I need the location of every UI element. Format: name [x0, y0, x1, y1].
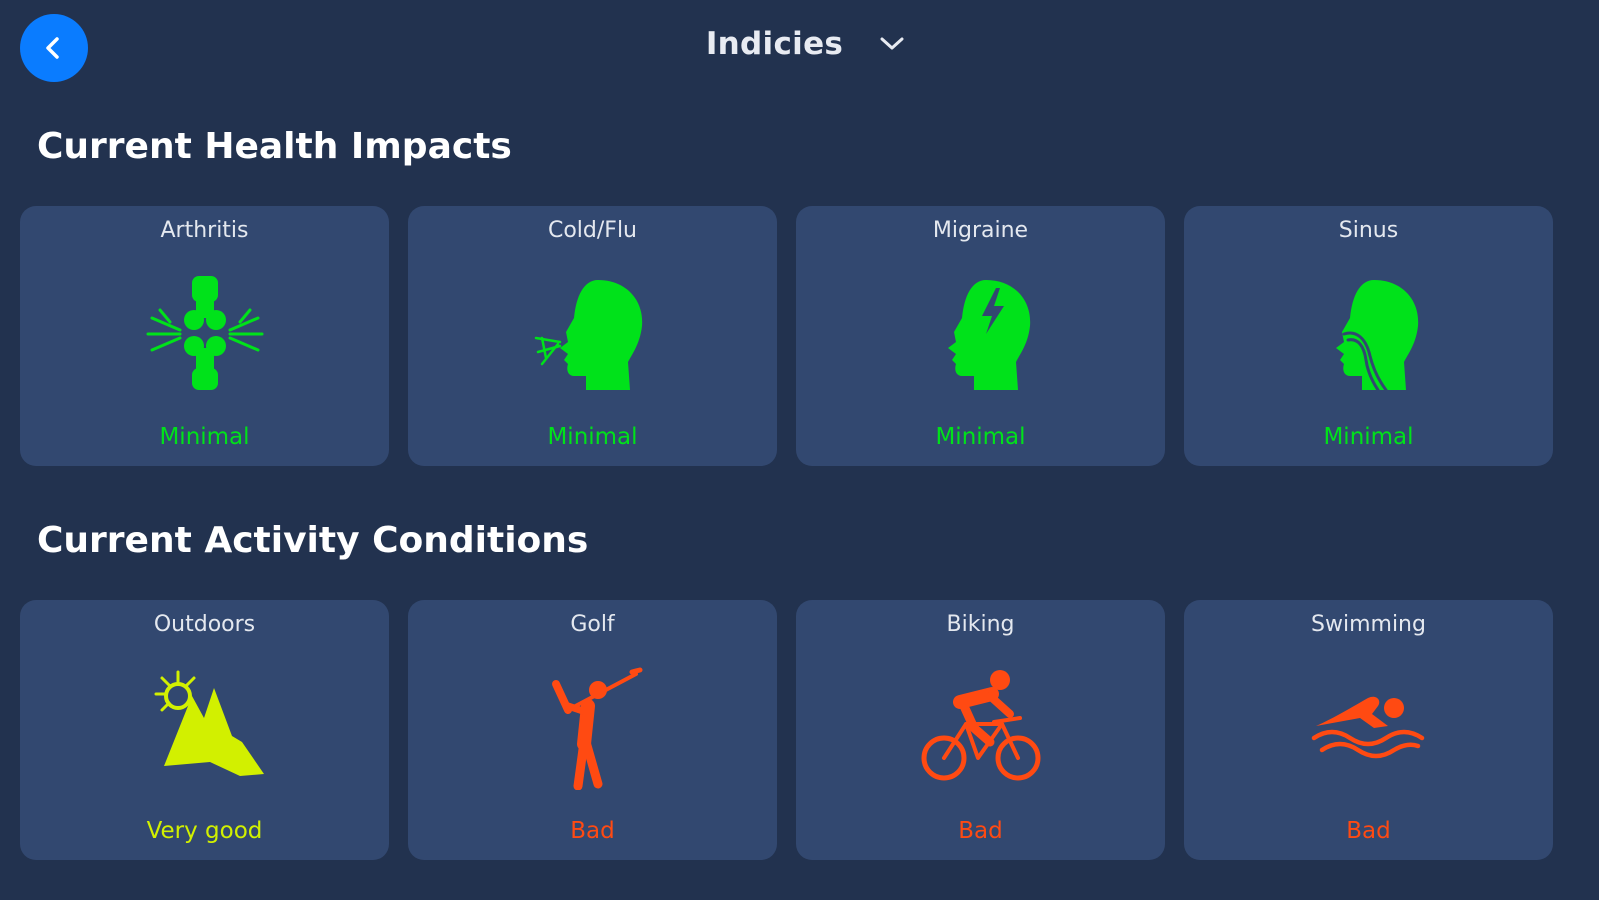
activity-cards: Outdoors Very good Golf Bad Biking Bad S…	[20, 600, 1580, 860]
header-title: Indicies	[705, 26, 844, 62]
status-badge: Very good	[146, 818, 263, 844]
activity-section-title: Current Activity Conditions	[37, 520, 589, 561]
sun-mountain-icon	[154, 670, 264, 776]
card-label: Swimming	[1311, 612, 1426, 637]
card-sinus[interactable]: Sinus Minimal	[1184, 206, 1553, 466]
card-cold-flu[interactable]: Cold/Flu Minimal	[408, 206, 777, 466]
sneezing-head-icon	[534, 280, 642, 390]
card-label: Outdoors	[153, 612, 256, 637]
joint-icon	[146, 276, 263, 390]
card-migraine[interactable]: Migraine Minimal	[796, 206, 1165, 466]
status-badge: Minimal	[159, 424, 250, 450]
card-label: Sinus	[1338, 218, 1399, 243]
health-cards: Arthritis Minimal Cold/Flu Minimal Migra…	[20, 206, 1580, 466]
status-badge: Bad	[958, 818, 1003, 844]
card-label: Cold/Flu	[547, 218, 638, 243]
health-section-title: Current Health Impacts	[37, 126, 512, 167]
card-label: Arthritis	[160, 218, 249, 243]
card-outdoors[interactable]: Outdoors Very good	[20, 600, 389, 860]
golfer-icon	[551, 667, 642, 790]
chevron-down-icon	[880, 37, 904, 50]
card-biking[interactable]: Biking Bad	[796, 600, 1165, 860]
head-sinus-icon	[1335, 280, 1418, 392]
card-label: Biking	[946, 612, 1015, 637]
index-selector[interactable]: Indicies	[0, 26, 1599, 62]
swimmer-icon	[1311, 696, 1424, 759]
head-lightning-icon	[947, 280, 1030, 390]
card-label: Golf	[570, 612, 615, 637]
status-badge: Minimal	[935, 424, 1026, 450]
card-label: Migraine	[932, 218, 1029, 243]
status-badge: Bad	[570, 818, 615, 844]
status-badge: Minimal	[1323, 424, 1414, 450]
card-golf[interactable]: Golf Bad	[408, 600, 777, 860]
status-badge: Bad	[1346, 818, 1391, 844]
status-badge: Minimal	[547, 424, 638, 450]
card-arthritis[interactable]: Arthritis Minimal	[20, 206, 389, 466]
card-swimming[interactable]: Swimming Bad	[1184, 600, 1553, 860]
cyclist-icon	[921, 670, 1040, 781]
